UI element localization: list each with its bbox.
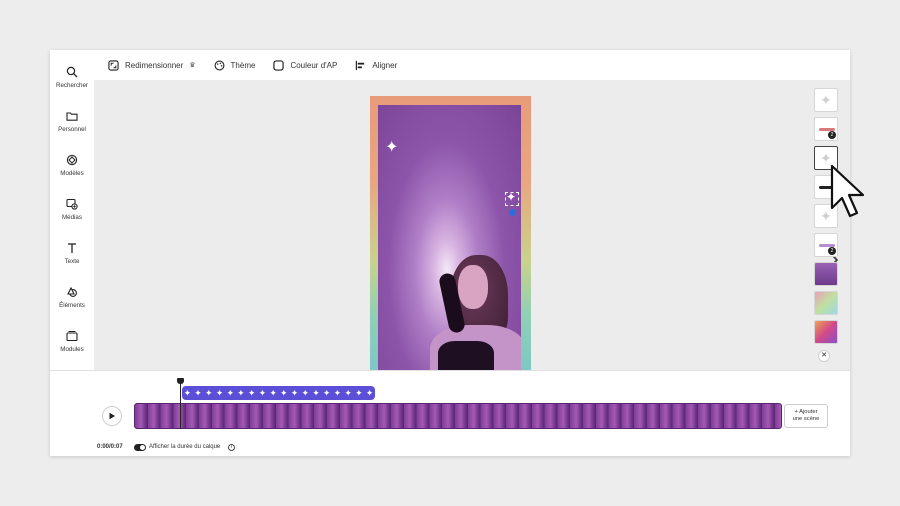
thumbnail-purple-stroke[interactable]: 2 [814,233,838,257]
thumbnail-gradient-vivid[interactable] [814,320,838,344]
modules-icon [66,331,78,342]
add-scene-label-line1: + Ajouter [794,409,818,415]
photo-face [458,265,488,309]
sidebar-item-elements[interactable]: Éléments [50,284,94,320]
thumbnail-gradient-light[interactable] [814,291,838,315]
sidebar-item-search[interactable]: Rechercher [50,64,94,100]
mouse-pointer-icon [830,164,865,218]
video-track-filmstrip[interactable] [134,403,782,429]
sidebar-item-modules[interactable]: Modules [50,328,94,364]
sidebar-label-templates: Modèles [60,170,84,177]
selected-sparkle-icon[interactable]: ✦ [506,191,516,203]
sidebar-item-personal[interactable]: Personnel [50,108,94,144]
photo-dress [438,341,494,371]
sidebar-label-media: Médias [62,214,82,221]
theme-label: Thème [230,60,256,70]
thumbnail-sparkle[interactable]: ✦ [814,88,838,112]
align-button[interactable]: Aligner [355,55,397,75]
sidebar-label-elements: Éléments [59,302,85,309]
background-color-label: Couleur d'AP [290,60,338,70]
info-icon[interactable]: i [228,444,235,451]
sidebar-label-personal: Personnel [58,126,86,133]
layer-duration-toggle[interactable] [134,444,146,451]
align-left-icon [356,60,365,70]
resize-icon [108,59,119,71]
sparkle-layer-bar[interactable]: ✦ ✦ ✦ ✦ ✦ ✦ ✦ ✦ ✦ ✦ ✦ ✦ ✦ ✦ ✦ ✦ ✦ ✦ [182,386,375,400]
close-thumbnails-icon[interactable]: ✕ [818,350,830,362]
canvas-area: ✦ ✦ [94,80,850,371]
theme-button[interactable]: Thème [214,55,256,75]
sidebar-item-templates[interactable]: Modèles [50,152,94,188]
layer-duration-toggle-label: Afficher la durée du calque [149,444,221,450]
background-photo[interactable]: ✦ [378,105,521,371]
time-readout: 0:00/0:07 [97,444,123,450]
sparkle-icon[interactable]: ✦ [385,140,398,156]
sidebar-item-text[interactable]: Texte [50,240,94,276]
sidebar-label-modules: Modules [60,346,84,353]
playhead-line [180,379,181,429]
thumbnail-photo[interactable] [814,262,838,286]
play-icon [109,412,115,420]
thumbnail-brush-stroke[interactable]: 2 [814,117,838,141]
editor-window: Rechercher Personnel Modèles Médias Text… [50,50,850,456]
media-icon [66,198,78,210]
text-icon [68,243,76,253]
color-swatch-icon [273,59,285,71]
resize-label: Redimensionner [125,60,184,70]
sparkle-icon: ✦ [820,92,832,108]
add-scene-label-line2: une scène [792,416,820,422]
top-toolbar: Redimensionner ♛ Thème Couleur d'AP Alig… [94,50,850,80]
sidebar-item-media[interactable]: Médias [50,196,94,232]
templates-icon [66,154,78,166]
thumbnail-count-badge: 2 [828,247,836,255]
folder-icon [66,112,78,121]
resize-button[interactable]: Redimensionner ♛ [108,55,196,75]
playhead-handle[interactable] [177,378,184,384]
sidebar-label-text: Texte [64,258,80,265]
add-scene-button[interactable]: + Ajouter une scène [784,404,828,428]
background-color-button[interactable]: Couleur d'AP [273,55,337,75]
play-button[interactable] [102,406,122,426]
sidebar-label-search: Rechercher [56,82,88,89]
palette-icon [214,60,224,70]
thumbnail-count-badge: 2 [828,131,836,139]
rotation-handle[interactable] [509,209,516,216]
align-label: Aligner [372,60,398,70]
search-icon [66,66,78,78]
timeline-panel: ✦ ✦ ✦ ✦ ✦ ✦ ✦ ✦ ✦ ✦ ✦ ✦ ✦ ✦ ✦ ✦ ✦ ✦ + Ajouter une scène 0… [50,370,850,456]
elements-icon [67,286,77,297]
artboard-gradient-frame[interactable]: ✦ ✦ [370,96,531,371]
left-sidebar: Rechercher Personnel Modèles Médias Text… [50,50,94,370]
premium-crown-icon: ♛ [189,62,196,69]
